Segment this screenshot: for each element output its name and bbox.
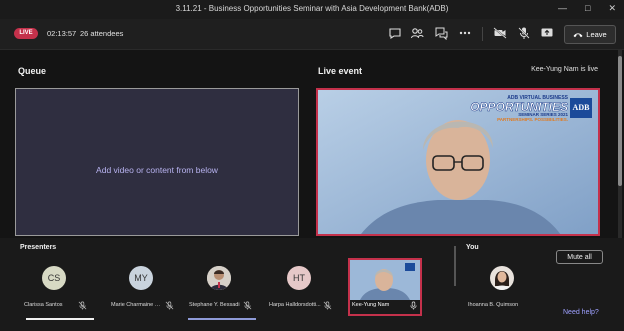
- banner-line-4: PARTNERSHIPS. POSSIBILITIES.: [497, 116, 568, 122]
- share-icon[interactable]: [540, 26, 554, 40]
- mic-off-icon: [243, 301, 252, 310]
- presenter-tile[interactable]: Stephane Y. Bessadi: [185, 258, 253, 316]
- more-icon[interactable]: [458, 26, 472, 40]
- event-banner: ADB VIRTUAL BUSINESS OPPORTUNITIES SEMIN…: [470, 96, 568, 122]
- avatar: [207, 266, 231, 290]
- mute-all-button[interactable]: Mute all: [556, 250, 603, 264]
- avatar: CS: [42, 266, 66, 290]
- need-help-link[interactable]: Need help?: [563, 309, 599, 316]
- presenter-tile[interactable]: CS Clarissa Santos: [20, 258, 88, 316]
- presenter-name: Harpa Halldorsdotti...: [269, 302, 321, 308]
- queue-title: Queue: [18, 66, 47, 76]
- leave-label: Leave: [586, 30, 607, 39]
- live-badge: LIVE: [14, 28, 38, 39]
- live-event-title: Live event: [318, 66, 363, 76]
- mic-off-icon: [78, 301, 87, 310]
- avatar-photo: [490, 266, 514, 290]
- presenters-title: Presenters: [20, 244, 57, 251]
- speaking-indicator: [188, 318, 256, 320]
- presenter-name: Kee-Yung Nam: [352, 302, 390, 308]
- chat-icon[interactable]: [388, 26, 402, 40]
- you-divider: [454, 246, 456, 286]
- title-bar: 3.11.21 - Business Opportunities Seminar…: [0, 0, 624, 19]
- you-tile[interactable]: Ihoanna B. Quimson: [466, 258, 542, 316]
- selection-underline: [26, 318, 94, 320]
- close-icon[interactable]: ✕: [608, 3, 616, 14]
- minimize-icon[interactable]: —: [558, 3, 567, 14]
- presenter-tile[interactable]: MY Marie Charmaine Si...: [107, 258, 175, 316]
- presenter-name: Clarissa Santos: [24, 302, 63, 308]
- queue-placeholder: Add video or content from below: [96, 165, 218, 175]
- participants-icon[interactable]: [410, 26, 424, 40]
- scrollbar-thumb[interactable]: [618, 56, 622, 186]
- avatar: MY: [129, 266, 153, 290]
- avatar: HT: [287, 266, 311, 290]
- leave-button[interactable]: Leave: [564, 25, 616, 44]
- you-title: You: [466, 244, 479, 251]
- presenter-tile-live[interactable]: Kee-Yung Nam: [348, 258, 422, 316]
- window-title: 3.11.21 - Business Opportunities Seminar…: [175, 4, 449, 13]
- meeting-toolbar: LIVE 02:13:57 26 attendees Leave: [0, 19, 624, 50]
- presenter-name: Marie Charmaine Si...: [111, 302, 163, 308]
- mic-off-icon: [323, 301, 332, 310]
- elapsed-timer: 02:13:57: [47, 29, 77, 38]
- mic-off-icon[interactable]: [517, 26, 531, 40]
- presenter-name: Stephane Y. Bessadi: [189, 302, 240, 308]
- avatar: [490, 266, 514, 290]
- hang-up-icon: [573, 33, 583, 38]
- you-name: Ihoanna B. Quimson: [468, 302, 519, 308]
- presenter-tile[interactable]: HT Harpa Halldorsdotti...: [265, 258, 333, 316]
- mic-off-icon: [165, 301, 174, 310]
- camera-off-icon[interactable]: [493, 26, 507, 40]
- avatar-photo: [207, 266, 231, 290]
- queue-drop-area[interactable]: Add video or content from below: [15, 88, 299, 236]
- maximize-icon[interactable]: □: [585, 3, 590, 14]
- presenter-video-thumb: [350, 260, 420, 300]
- live-event-video: ADB VIRTUAL BUSINESS OPPORTUNITIES SEMIN…: [316, 88, 600, 236]
- live-status: Kee-Yung Nam is live: [531, 66, 598, 73]
- adb-logo: ADB: [570, 98, 592, 118]
- mic-on-icon: [410, 301, 417, 310]
- attendee-count[interactable]: 26 attendees: [80, 29, 123, 38]
- qna-icon[interactable]: [434, 26, 448, 41]
- toolbar-divider: [482, 27, 483, 41]
